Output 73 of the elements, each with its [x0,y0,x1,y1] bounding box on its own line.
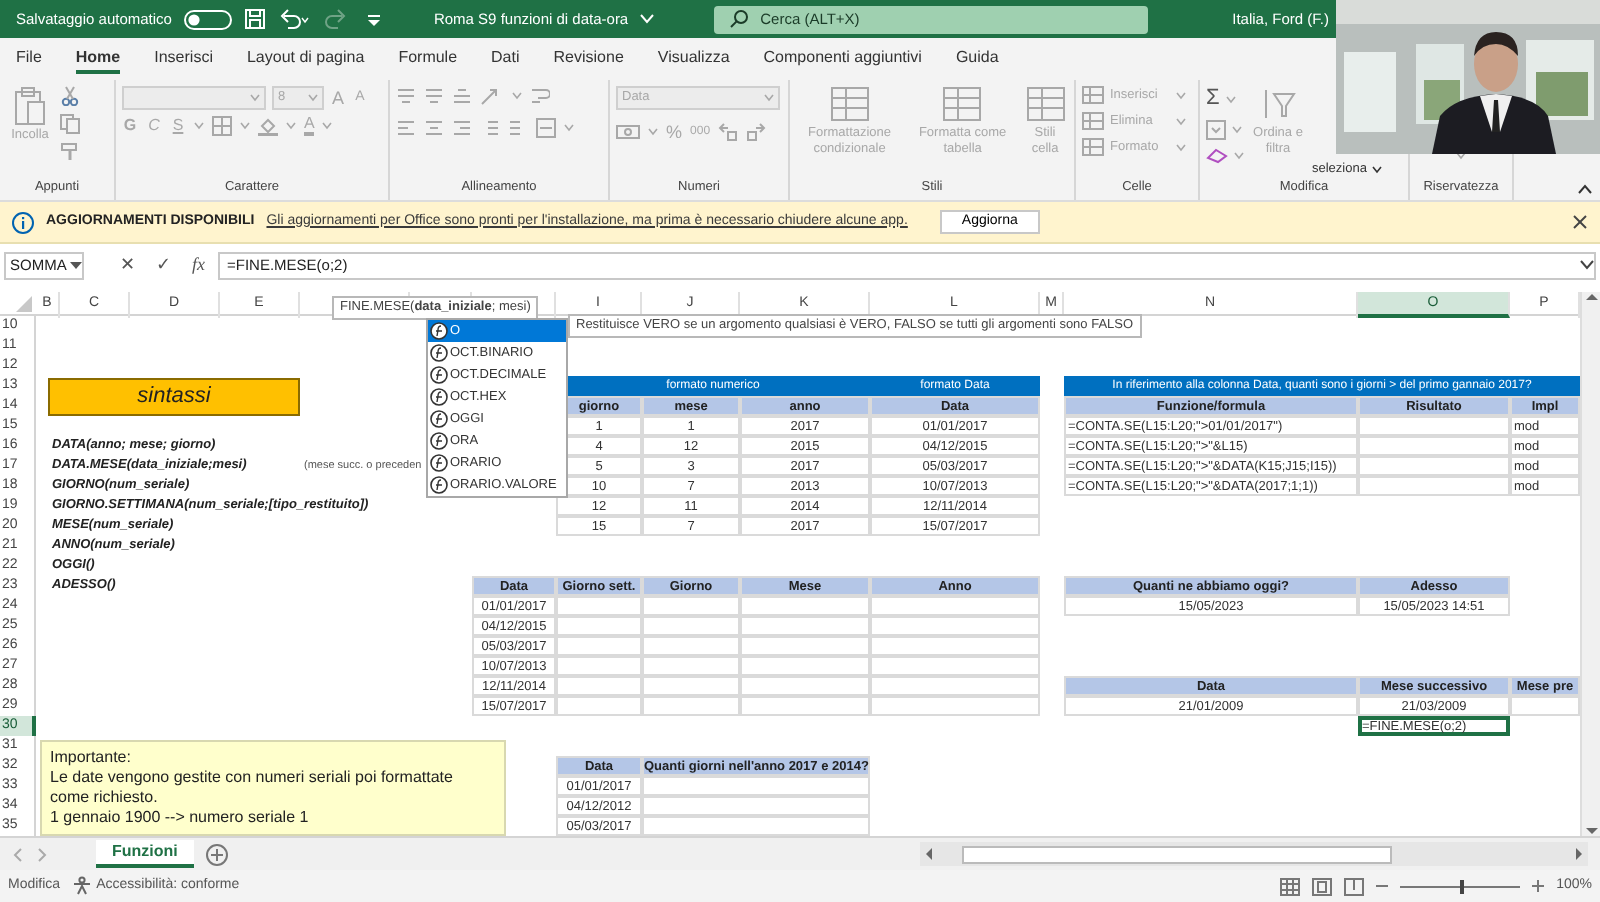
table-icon [1082,112,1104,130]
sheet-tab[interactable]: Funzioni [96,840,194,868]
normal-view-icon[interactable] [1280,877,1301,895]
customize-icon[interactable] [365,11,382,27]
note-text: Le date vengono gestite con numeri seriali poi formattate come richiesto. [50,768,455,808]
page-layout-icon[interactable] [1312,877,1333,895]
menu-tab[interactable]: Home [75,43,121,75]
cancel-button[interactable]: ✕ [120,254,136,276]
table-cell [556,596,642,616]
table-cell [642,696,740,716]
menu-tab[interactable]: Layout di pagina [246,43,365,75]
scroll-up-icon[interactable] [1585,292,1597,302]
note-text: Importante: [50,748,133,768]
insert-function-button[interactable]: fx [192,254,205,276]
zoom-in-icon[interactable] [1532,880,1545,892]
table-cell [556,676,642,696]
table-icon [1025,86,1066,122]
menu-tab[interactable]: Componenti aggiuntivi [763,43,922,75]
next-sheet-icon[interactable] [36,847,48,861]
table-icon [942,86,983,122]
chevron-icon [1176,91,1186,99]
table-cell [642,636,740,656]
chevron-icon [1176,117,1186,125]
table-icon [829,86,870,122]
chevron-icon [1372,166,1383,175]
menu-tab[interactable]: Inserisci [154,43,213,75]
menu-tab[interactable]: File [16,43,42,75]
scroll-right-icon[interactable] [1574,848,1584,860]
menu-tab[interactable]: Dati [491,43,520,75]
save-icon[interactable] [243,8,266,30]
autosave-toggle[interactable] [183,9,232,29]
title-banner: sintassi [48,378,300,416]
add-sheet-icon[interactable] [205,843,228,865]
menu-tab[interactable]: Formule [398,43,458,75]
table-cell [556,636,642,656]
table-cell [740,636,870,656]
table-cell [740,656,870,676]
menu-tab[interactable]: Visualizza [657,43,730,75]
chevron-icon [308,94,318,102]
expand-icon[interactable] [1580,260,1594,270]
scroll-thumb[interactable] [961,845,1392,863]
menu-tab[interactable]: Revisione [553,43,624,75]
close-icon[interactable] [1572,214,1588,230]
table-cell [642,596,740,616]
accessibility-icon [72,876,93,896]
zoom-slider-thumb[interactable] [1460,879,1465,893]
enter-button[interactable]: ✓ [156,254,172,276]
table-cell [740,696,870,716]
chevron-icon [1176,143,1186,151]
chevron-icon [250,94,260,102]
table-cell [740,676,870,696]
table-cell [556,656,642,676]
chevron-icon [764,94,774,102]
previous-sheet-icon[interactable] [12,847,24,861]
scroll-left-icon[interactable] [923,848,934,860]
table-icon [1082,86,1104,104]
page-break-icon[interactable] [1344,877,1365,895]
menu-tab[interactable]: Guida [955,43,999,75]
table-icon [1082,138,1104,156]
info-icon [12,211,34,233]
table-cell [556,696,642,716]
note-text: 1 gennaio 1900 --> numero seriale 1 [50,808,311,828]
table-cell [642,676,740,696]
search-icon [730,10,749,28]
clipboard-icon [14,86,46,126]
table-cell [642,656,740,676]
table-cell [740,596,870,616]
zoom-out-icon[interactable] [1376,880,1389,892]
table-cell [642,616,740,636]
table-cell [556,616,642,636]
table-cell [740,616,870,636]
dropdown-icon [70,261,82,269]
undo-icon[interactable] [277,8,310,30]
